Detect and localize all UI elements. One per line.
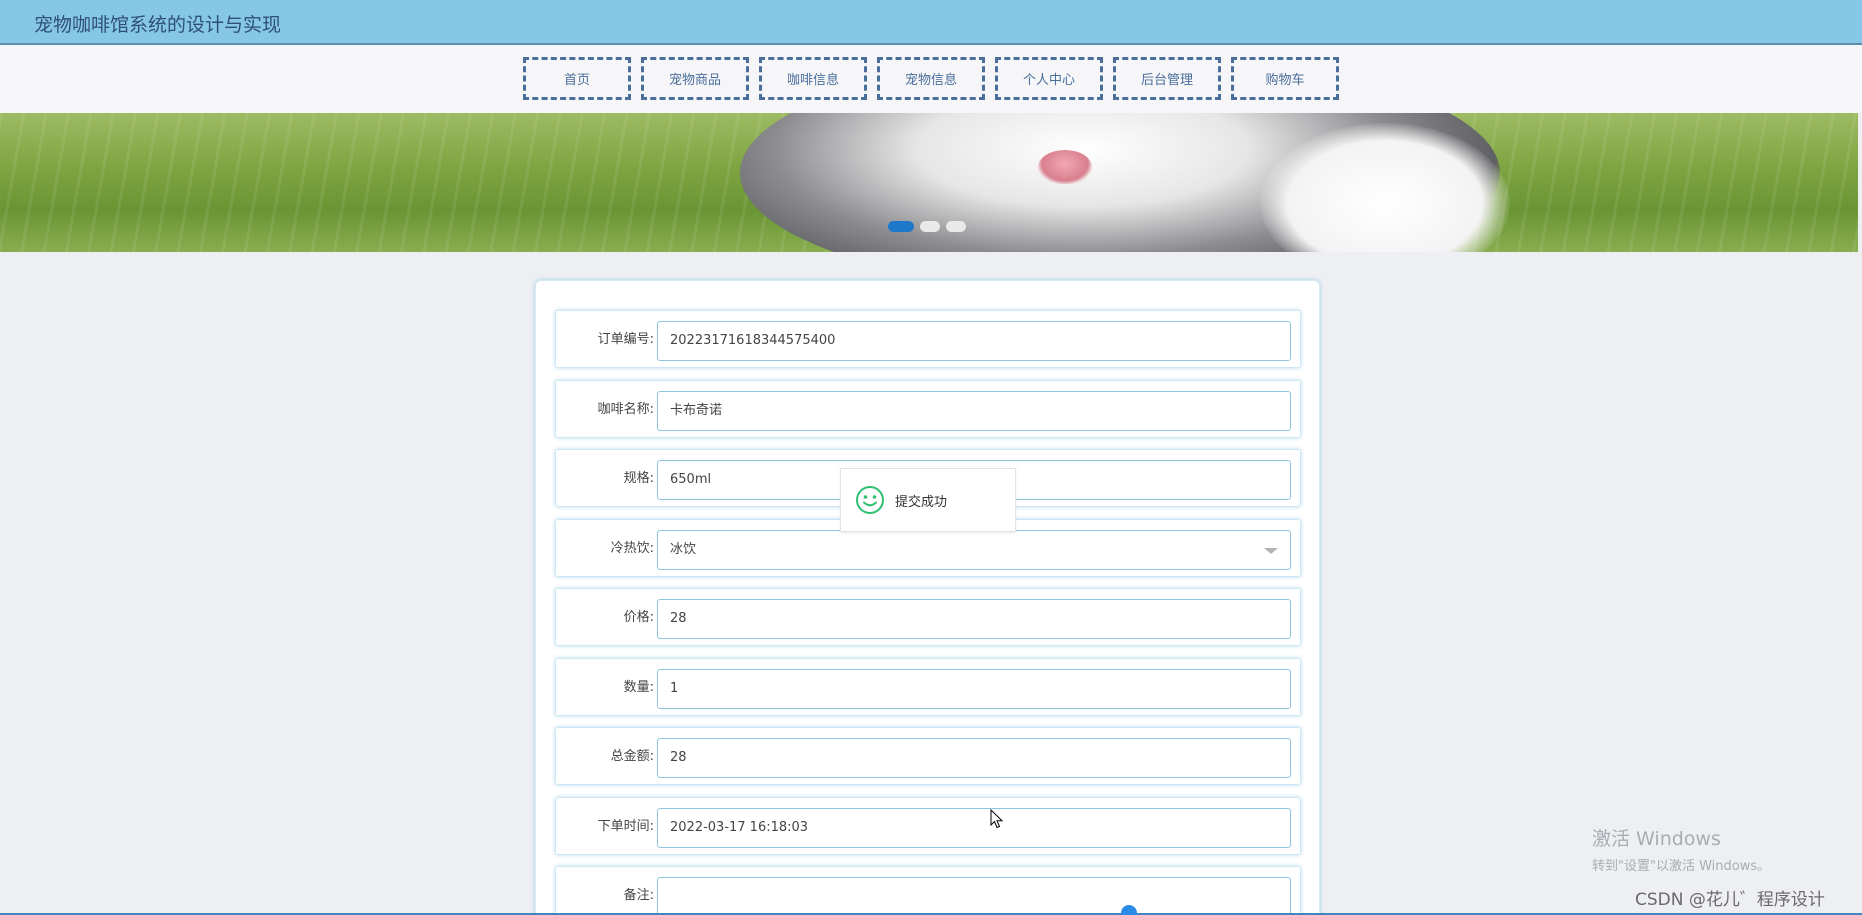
temperature-label: 冷热饮:	[610, 541, 654, 556]
price-field[interactable]: 28	[657, 599, 1291, 639]
form-row-total: 总金额: 28	[555, 727, 1301, 785]
total-field[interactable]: 28	[657, 738, 1291, 778]
carousel-dot-1[interactable]	[888, 221, 914, 232]
remark-field[interactable]	[657, 877, 1291, 915]
smile-icon	[856, 486, 884, 514]
coffee-name-label: 咖啡名称:	[597, 402, 654, 417]
price-label: 价格:	[623, 610, 654, 625]
banner-cat-nose	[1038, 150, 1092, 184]
top-bar: 宠物咖啡馆系统的设计与实现	[0, 0, 1862, 45]
coffee-name-field[interactable]: 卡布奇诺	[657, 391, 1291, 431]
form-row-order-time: 下单时间: 2022-03-17 16:18:03	[555, 797, 1301, 855]
nav-item-personal-center[interactable]: 个人中心	[995, 57, 1103, 100]
order-time-field[interactable]: 2022-03-17 16:18:03	[657, 808, 1291, 848]
banner-carousel	[0, 113, 1858, 252]
spec-label: 规格:	[623, 471, 654, 486]
form-row-coffee-name: 咖啡名称: 卡布奇诺	[555, 380, 1301, 438]
quantity-label: 数量:	[623, 680, 654, 695]
nav-item-pet-info[interactable]: 宠物信息	[877, 57, 985, 100]
order-number-label: 订单编号:	[597, 332, 654, 347]
form-row-quantity: 数量: 1	[555, 658, 1301, 716]
app-title: 宠物咖啡馆系统的设计与实现	[34, 14, 282, 36]
csdn-credit: CSDN @花儿゛程序设计	[1635, 890, 1825, 910]
chevron-down-icon[interactable]	[1264, 548, 1278, 554]
watermark-title: 激活 Windows	[1592, 828, 1721, 850]
order-form-card: 订单编号: 20223171618344575400 咖啡名称: 卡布奇诺 规格…	[535, 280, 1320, 915]
windows-activation-watermark: 激活 Windows 转到"设置"以激活 Windows。	[1592, 824, 1770, 874]
form-row-price: 价格: 28	[555, 588, 1301, 646]
carousel-indicators	[888, 221, 972, 232]
success-toast: 提交成功	[840, 468, 1016, 532]
nav-item-coffee-info[interactable]: 咖啡信息	[759, 57, 867, 100]
mouse-cursor-icon	[990, 809, 1004, 829]
remark-label: 备注:	[623, 888, 654, 903]
form-row-order-number: 订单编号: 20223171618344575400	[555, 310, 1301, 368]
total-label: 总金额:	[610, 749, 654, 764]
toast-message: 提交成功	[895, 495, 948, 510]
nav-item-admin[interactable]: 后台管理	[1113, 57, 1221, 100]
carousel-dot-3[interactable]	[946, 221, 966, 232]
main-nav: 首页 宠物商品 咖啡信息 宠物信息 个人中心 后台管理 购物车	[0, 45, 1862, 113]
quantity-field[interactable]: 1	[657, 669, 1291, 709]
nav-item-home[interactable]: 首页	[523, 57, 631, 100]
scroll-handle[interactable]	[1121, 905, 1137, 915]
temperature-select[interactable]: 冰饮	[657, 530, 1291, 570]
carousel-dot-2[interactable]	[920, 221, 940, 232]
temperature-select-value: 冰饮	[670, 542, 697, 557]
watermark-subtitle: 转到"设置"以激活 Windows。	[1592, 859, 1771, 874]
nav-item-cart[interactable]: 购物车	[1231, 57, 1339, 100]
nav-item-pet-products[interactable]: 宠物商品	[641, 57, 749, 100]
form-row-remark: 备注:	[555, 866, 1301, 915]
order-time-label: 下单时间:	[597, 819, 654, 834]
order-number-field[interactable]: 20223171618344575400	[657, 321, 1291, 361]
